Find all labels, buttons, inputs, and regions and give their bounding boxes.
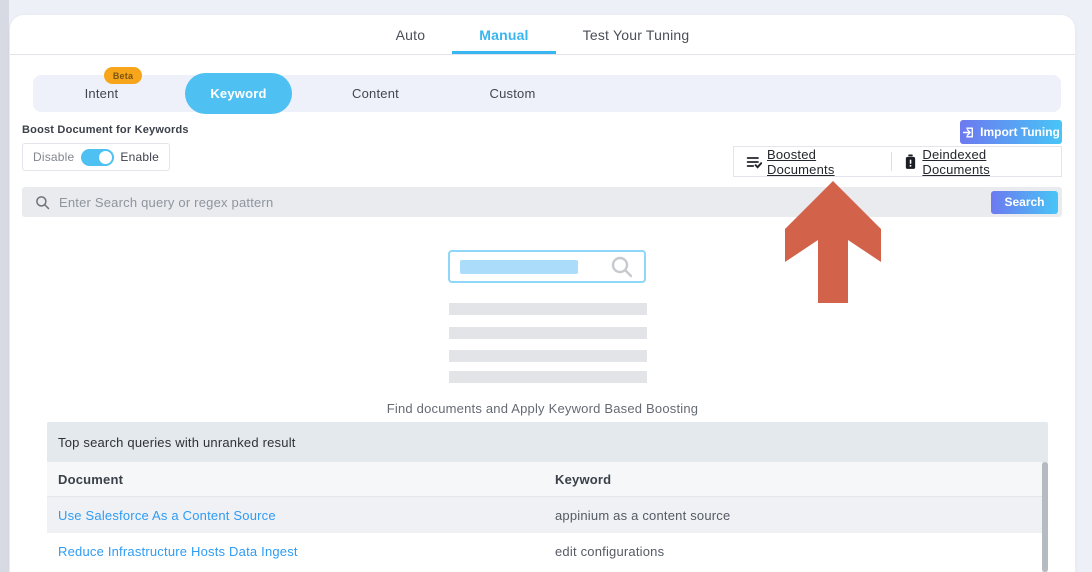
enable-label: Enable xyxy=(120,150,159,164)
tab-test-your-tuning[interactable]: Test Your Tuning xyxy=(556,15,717,54)
table-scrollbar[interactable] xyxy=(1042,462,1048,572)
table-row: Reduce Infrastructure Hosts Data Ingest … xyxy=(47,533,1048,569)
boosted-list-check-icon xyxy=(746,155,762,169)
beta-badge: Beta xyxy=(104,67,142,84)
import-icon xyxy=(962,126,975,139)
illustration-search-box xyxy=(448,250,646,283)
keyword-cell: appinium as a content source xyxy=(555,508,730,523)
scrollbar-thumb[interactable] xyxy=(1042,462,1048,572)
tab-auto[interactable]: Auto xyxy=(369,15,453,54)
skeleton-line xyxy=(449,350,647,362)
import-tuning-label: Import Tuning xyxy=(980,125,1060,139)
import-tuning-button[interactable]: Import Tuning xyxy=(960,120,1062,144)
deindexed-bin-alert-icon xyxy=(904,154,917,169)
subtab-content[interactable]: Content xyxy=(307,75,444,112)
illustration-text-skeleton xyxy=(460,260,578,274)
tuning-card: Auto Manual Test Your Tuning Intent Keyw… xyxy=(10,15,1075,572)
page-left-edge xyxy=(0,0,9,572)
subtab-bar: Intent Keyword Content Custom xyxy=(33,75,1061,112)
document-link[interactable]: Reduce Infrastructure Hosts Data Ingest xyxy=(58,544,298,559)
subtab-custom[interactable]: Custom xyxy=(444,75,581,112)
deindexed-documents-label: Deindexed Documents xyxy=(922,147,1049,177)
skeleton-line xyxy=(449,303,647,315)
column-header-keyword: Keyword xyxy=(555,472,611,487)
disable-label: Disable xyxy=(33,150,74,164)
subtab-intent[interactable]: Intent xyxy=(33,75,170,112)
search-icon xyxy=(35,195,50,210)
boost-toggle[interactable] xyxy=(81,149,114,166)
tab-manual[interactable]: Manual xyxy=(452,15,555,54)
boost-section-label: Boost Document for Keywords xyxy=(22,124,189,136)
illustration-magnifier-icon xyxy=(610,255,634,279)
toggle-knob xyxy=(99,151,112,164)
search-button[interactable]: Search xyxy=(991,191,1058,214)
top-tab-bar: Auto Manual Test Your Tuning xyxy=(10,15,1075,55)
boosted-documents-link[interactable]: Boosted Documents xyxy=(734,147,891,176)
table-header-row: Document Keyword xyxy=(47,462,1048,497)
boost-toggle-group: Disable Enable xyxy=(22,143,170,171)
documents-links-box: Boosted Documents Deindexed Documents xyxy=(733,146,1062,177)
skeleton-line xyxy=(449,371,647,383)
query-search-bar: Search xyxy=(22,187,1062,217)
keyword-cell: edit configurations xyxy=(555,544,664,559)
unranked-queries-panel: Top search queries with unranked result … xyxy=(47,422,1048,572)
boosted-documents-label: Boosted Documents xyxy=(767,147,879,177)
skeleton-line xyxy=(449,327,647,339)
panel-title: Top search queries with unranked result xyxy=(47,422,1048,462)
document-link[interactable]: Use Salesforce As a Content Source xyxy=(58,508,276,523)
table-row: Use Salesforce As a Content Source appin… xyxy=(47,497,1048,533)
subtab-keyword[interactable]: Keyword xyxy=(185,73,292,114)
column-header-document: Document xyxy=(58,472,123,487)
empty-state-caption: Find documents and Apply Keyword Based B… xyxy=(10,401,1075,416)
search-query-input[interactable] xyxy=(59,195,991,210)
deindexed-documents-link[interactable]: Deindexed Documents xyxy=(892,147,1061,176)
